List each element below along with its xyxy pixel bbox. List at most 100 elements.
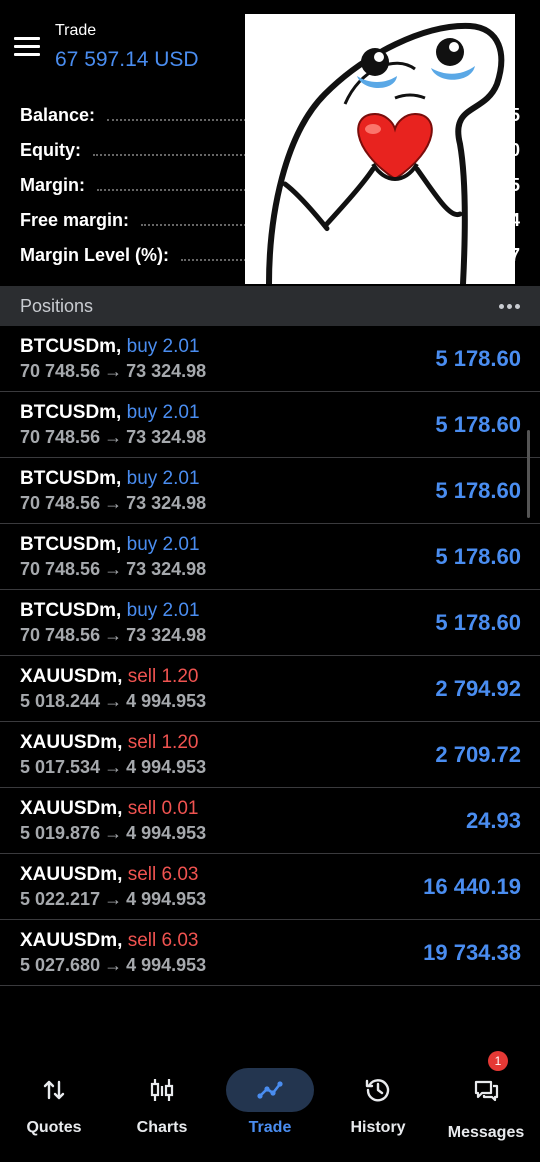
quotes-arrows-icon — [43, 1080, 65, 1100]
position-side: sell 6.03 — [127, 864, 199, 885]
current-price: 4 994.953 — [126, 955, 207, 975]
position-side: buy 2.01 — [126, 600, 200, 621]
position-symbol: XAUUSDm, — [20, 666, 123, 687]
position-side: buy 2.01 — [126, 402, 200, 423]
summary-label: Balance: — [20, 105, 96, 125]
open-price: 5 019.876 — [20, 823, 101, 843]
bottom-navigation: Quotes Charts Trade History 1 Messages — [0, 1051, 540, 1162]
arrow-right-icon: → — [104, 493, 123, 513]
position-symbol: XAUUSDm, — [20, 930, 123, 951]
positions-title: Positions — [20, 295, 94, 316]
position-symbol: XAUUSDm, — [20, 864, 123, 885]
position-profit: 19 734.38 — [423, 940, 521, 965]
position-row[interactable]: XAUUSDm, sell 0.01 5 019.876 → 4 994.953 2… — [0, 788, 540, 854]
position-side: sell 0.01 — [127, 798, 199, 819]
nav-label: Charts — [136, 1119, 188, 1136]
current-price: 73 324.98 — [126, 625, 207, 645]
more-options-icon[interactable] — [499, 298, 520, 315]
sticker-image — [245, 14, 515, 284]
arrow-right-icon: → — [104, 559, 123, 579]
position-profit: 2 709.72 — [435, 742, 521, 767]
current-price: 4 994.953 — [126, 757, 207, 777]
position-symbol: BTCUSDm, — [20, 402, 122, 423]
arrow-right-icon: → — [104, 691, 123, 711]
nav-charts[interactable]: Charts — [108, 1058, 216, 1162]
current-price: 4 994.953 — [126, 823, 207, 843]
nav-label: History — [350, 1119, 406, 1136]
open-price: 5 018.244 — [20, 691, 101, 711]
arrow-right-icon: → — [104, 625, 123, 645]
position-row[interactable]: XAUUSDm, sell 1.20 5 017.534 → 4 994.953 2… — [0, 722, 540, 788]
position-profit: 5 178.60 — [435, 610, 521, 635]
current-price: 4 994.953 — [126, 691, 207, 711]
nav-quotes[interactable]: Quotes — [0, 1058, 108, 1162]
current-price: 73 324.98 — [126, 361, 207, 381]
scrollbar[interactable] — [527, 430, 530, 518]
summary-label: Margin Level (%): — [20, 245, 170, 265]
position-side: buy 2.01 — [126, 534, 200, 555]
summary-label: Margin: — [20, 175, 85, 195]
position-row[interactable]: XAUUSDm, sell 1.20 5 018.244 → 4 994.953 2… — [0, 656, 540, 722]
position-profit: 2 794.92 — [435, 676, 521, 701]
position-profit: 24.93 — [465, 808, 521, 833]
position-side: sell 1.20 — [127, 666, 199, 687]
positions-section-header: Positions — [0, 286, 540, 326]
position-symbol: XAUUSDm, — [20, 732, 123, 753]
arrow-right-icon: → — [104, 823, 123, 843]
open-price: 70 748.56 — [20, 559, 101, 579]
nav-label: Quotes — [26, 1119, 82, 1136]
position-side: sell 1.20 — [127, 732, 199, 753]
arrow-right-icon: → — [104, 361, 123, 381]
page-title: Trade — [55, 22, 97, 39]
position-row[interactable]: BTCUSDm, buy 2.01 70 748.56 → 73 324.98 5 … — [0, 326, 540, 392]
current-price: 73 324.98 — [126, 493, 207, 513]
open-price: 5 027.680 — [20, 955, 101, 975]
position-side: sell 6.03 — [127, 930, 199, 951]
account-equity-display: 67 597.14 USD — [55, 48, 199, 71]
position-profit: 5 178.60 — [435, 544, 521, 569]
current-price: 4 994.953 — [126, 889, 207, 909]
unread-badge: 1 — [488, 1051, 508, 1071]
summary-label: Free margin: — [20, 210, 130, 230]
position-row[interactable]: BTCUSDm, buy 2.01 70 748.56 → 73 324.98 5 … — [0, 524, 540, 590]
nav-messages[interactable]: 1 Messages — [432, 1051, 540, 1162]
position-profit: 5 178.60 — [435, 478, 521, 503]
position-row[interactable]: BTCUSDm, buy 2.01 70 748.56 → 73 324.98 5 … — [0, 590, 540, 656]
position-symbol: BTCUSDm, — [20, 468, 122, 489]
nav-history[interactable]: History — [324, 1058, 432, 1162]
position-side: buy 2.01 — [126, 336, 200, 357]
position-symbol: BTCUSDm, — [20, 600, 122, 621]
history-clock-icon — [365, 1079, 390, 1102]
position-symbol: BTCUSDm, — [20, 336, 122, 357]
open-price: 70 748.56 — [20, 361, 101, 381]
open-price: 70 748.56 — [20, 625, 101, 645]
nav-trade[interactable]: Trade — [216, 1058, 324, 1162]
position-row[interactable]: XAUUSDm, sell 6.03 5 027.680 → 4 994.953 1… — [0, 920, 540, 986]
position-side: buy 2.01 — [126, 468, 200, 489]
trend-line-icon — [257, 1081, 283, 1099]
crying-heart-sticker-icon — [245, 14, 515, 284]
open-price: 5 017.534 — [20, 757, 101, 777]
positions-list: BTCUSDm, buy 2.01 70 748.56 → 73 324.98 5 … — [0, 326, 540, 986]
position-row[interactable]: BTCUSDm, buy 2.01 70 748.56 → 73 324.98 5 … — [0, 458, 540, 524]
arrow-right-icon: → — [104, 889, 123, 909]
nav-label: Messages — [447, 1124, 525, 1141]
current-price: 73 324.98 — [126, 427, 207, 447]
candlestick-icon — [150, 1079, 174, 1101]
position-symbol: BTCUSDm, — [20, 534, 122, 555]
position-row[interactable]: XAUUSDm, sell 6.03 5 022.217 → 4 994.953 1… — [0, 854, 540, 920]
menu-icon[interactable] — [14, 37, 40, 57]
current-price: 73 324.98 — [126, 559, 207, 579]
position-profit: 5 178.60 — [435, 412, 521, 437]
open-price: 70 748.56 — [20, 427, 101, 447]
arrow-right-icon: → — [104, 955, 123, 975]
arrow-right-icon: → — [104, 427, 123, 447]
position-row[interactable]: BTCUSDm, buy 2.01 70 748.56 → 73 324.98 5 … — [0, 392, 540, 458]
summary-label: Equity: — [20, 140, 81, 160]
arrow-right-icon: → — [104, 757, 123, 777]
position-profit: 16 440.19 — [423, 874, 521, 899]
open-price: 70 748.56 — [20, 493, 101, 513]
open-price: 5 022.217 — [20, 889, 101, 909]
position-profit: 5 178.60 — [435, 346, 521, 371]
messages-icon — [474, 1080, 499, 1102]
